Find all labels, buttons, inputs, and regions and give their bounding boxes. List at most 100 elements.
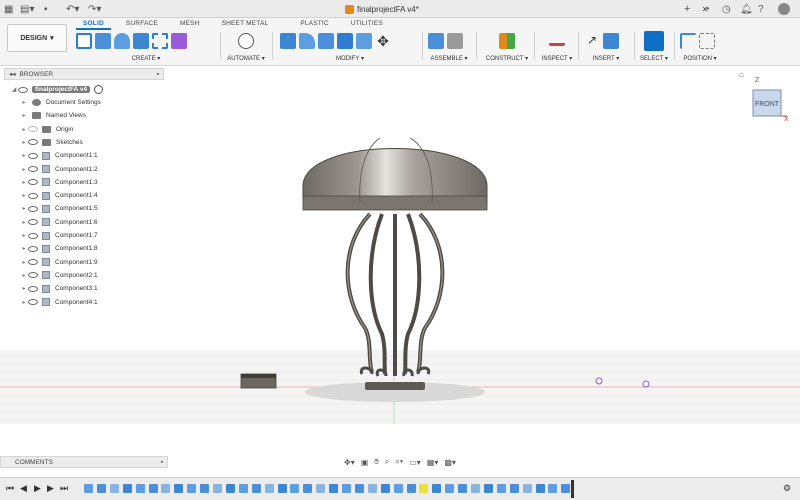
visibility-eye-icon[interactable] <box>28 285 38 292</box>
avatar[interactable] <box>778 3 790 15</box>
browser-item[interactable]: ▸ Component4:1 <box>20 296 98 309</box>
hole-icon[interactable] <box>133 33 149 49</box>
tab-plastic[interactable]: PLASTIC <box>293 19 336 30</box>
expand-arrow-icon[interactable]: ▸ <box>20 259 28 266</box>
capture-position-icon[interactable] <box>699 33 715 49</box>
fit-icon[interactable]: ⌕▾ <box>395 457 403 467</box>
visibility-eye-icon[interactable] <box>28 219 38 226</box>
browser-item[interactable]: ▸ Component1:8 <box>20 242 98 255</box>
timeline-feature[interactable] <box>483 484 493 493</box>
go-to-start-icon[interactable]: ⏮ <box>6 483 14 494</box>
browser-root[interactable]: ◢ finalprojectFA v4 <box>10 83 104 96</box>
revolve-icon[interactable] <box>114 33 130 49</box>
visibility-eye-icon[interactable] <box>28 192 38 199</box>
timeline-feature[interactable] <box>471 484 480 493</box>
viewports-icon[interactable]: ▩▾ <box>444 458 456 467</box>
browser-item[interactable]: ▸ Document Settings <box>20 96 101 109</box>
browser-item[interactable]: ▸ Sketches <box>20 136 83 149</box>
timeline-feature[interactable] <box>548 484 558 493</box>
expand-arrow-icon[interactable]: ▸ <box>20 285 28 292</box>
press-pull-icon[interactable] <box>280 33 296 49</box>
file-menu-icon[interactable]: ▤▾ <box>20 3 34 15</box>
expand-arrow-icon[interactable]: ▸ <box>20 166 28 173</box>
expand-arrow-icon[interactable]: ▸ <box>20 192 28 199</box>
insert-derive-icon[interactable]: ↗ <box>584 33 600 49</box>
browser-item[interactable]: ▸ Component2:1 <box>20 269 98 282</box>
small-block-model[interactable] <box>240 373 277 389</box>
browser-item[interactable]: ▸ Origin <box>20 123 73 136</box>
look-at-icon[interactable]: ▣ <box>361 458 369 467</box>
select-icon[interactable] <box>644 31 664 51</box>
browser-item[interactable]: ▸ Component3:1 <box>20 282 98 295</box>
timeline-feature[interactable] <box>367 484 377 493</box>
undo-icon[interactable]: ↶▾ <box>66 3 79 15</box>
timeline-feature[interactable] <box>458 484 468 493</box>
browser-item[interactable]: ▸ Component1:5 <box>20 202 98 215</box>
timeline-feature[interactable] <box>432 484 442 493</box>
step-forward-icon[interactable]: ▶ <box>47 483 54 494</box>
tab-solid[interactable]: SOLID <box>76 19 111 30</box>
timeline-feature[interactable] <box>509 484 519 493</box>
position-icon[interactable] <box>680 33 696 49</box>
step-back-icon[interactable]: ◀ <box>20 483 27 494</box>
timeline-feature[interactable] <box>419 484 429 493</box>
view-cube[interactable]: ⌂ FRONT Z X <box>735 68 790 123</box>
visibility-eye-icon[interactable] <box>28 205 38 212</box>
save-icon[interactable]: ▪ <box>44 3 48 15</box>
new-tab-button[interactable]: + <box>684 3 690 15</box>
timeline-feature[interactable] <box>329 484 339 493</box>
orbit-icon[interactable]: ✥▾ <box>344 458 355 467</box>
tab-mesh[interactable]: MESH <box>173 19 207 30</box>
expand-arrow-icon[interactable]: ▸ <box>20 219 28 226</box>
timeline-feature[interactable] <box>109 484 119 493</box>
timeline-feature[interactable] <box>187 484 197 493</box>
expand-arrow-icon[interactable]: ▸ <box>20 245 28 252</box>
expand-arrow-icon[interactable]: ▸ <box>20 99 28 106</box>
timeline-feature[interactable] <box>148 484 158 493</box>
timeline-feature[interactable] <box>213 484 222 493</box>
timeline-feature[interactable] <box>135 484 145 493</box>
expand-arrow-icon[interactable]: ▸ <box>20 272 28 279</box>
expand-arrow-icon[interactable]: ▸ <box>20 112 28 119</box>
browser-item[interactable]: ▸ Component1:2 <box>20 163 98 176</box>
timeline-feature[interactable] <box>225 484 235 493</box>
automate-menu[interactable]: AUTOMATE ▾ <box>225 55 267 62</box>
app-grid-icon[interactable]: ▦ <box>4 3 13 15</box>
workspace-switcher[interactable]: DESIGN ▾ <box>7 24 67 52</box>
panel-options-icon[interactable]: ▪ <box>161 459 163 466</box>
visibility-eye-icon[interactable] <box>28 179 38 186</box>
help-icon[interactable]: ? <box>758 3 764 15</box>
create-menu[interactable]: CREATE ▾ <box>76 55 216 62</box>
timeline-feature[interactable] <box>316 484 326 493</box>
assemble-menu[interactable]: ASSEMBLE ▾ <box>428 55 470 62</box>
pan-icon[interactable]: ✋︎ <box>374 457 379 467</box>
combine-icon[interactable] <box>356 33 372 49</box>
expand-arrow-icon[interactable]: ◢ <box>10 86 18 93</box>
move-icon[interactable]: ✥ <box>375 33 391 49</box>
browser-item[interactable]: ▸ Named Views <box>20 109 86 122</box>
select-menu[interactable]: SELECT ▾ <box>640 55 668 62</box>
timeline-feature[interactable] <box>200 484 210 493</box>
timeline-feature[interactable] <box>264 484 274 493</box>
visibility-eye-icon[interactable] <box>28 299 38 305</box>
grid-settings-icon[interactable]: ▦▾ <box>427 458 439 467</box>
browser-item[interactable]: ▸ Component1:7 <box>20 229 98 242</box>
timeline-feature[interactable] <box>161 484 171 493</box>
timeline-feature[interactable] <box>174 484 184 493</box>
tab-surface[interactable]: SURFACE <box>119 19 165 30</box>
visibility-eye-icon[interactable] <box>28 272 38 279</box>
visibility-eye-icon[interactable] <box>28 245 38 252</box>
redo-icon[interactable]: ↷▾ <box>88 3 101 15</box>
position-menu[interactable]: POSITION ▾ <box>680 55 720 62</box>
joint-icon[interactable] <box>447 33 463 49</box>
display-settings-icon[interactable]: ▭▾ <box>409 458 421 467</box>
timeline-marker[interactable] <box>571 480 574 498</box>
collapse-arrow-icon[interactable]: ◂◂ <box>9 70 16 78</box>
insert-image-icon[interactable] <box>603 33 619 49</box>
timeline-feature[interactable] <box>535 484 545 493</box>
home-view-icon[interactable]: ⌂ <box>739 70 744 79</box>
browser-item[interactable]: ▸ Component1:1 <box>20 149 98 162</box>
tab-utilities[interactable]: UTILITIES <box>344 19 390 30</box>
timeline-feature[interactable] <box>406 484 416 493</box>
timeline-feature[interactable] <box>354 484 364 493</box>
